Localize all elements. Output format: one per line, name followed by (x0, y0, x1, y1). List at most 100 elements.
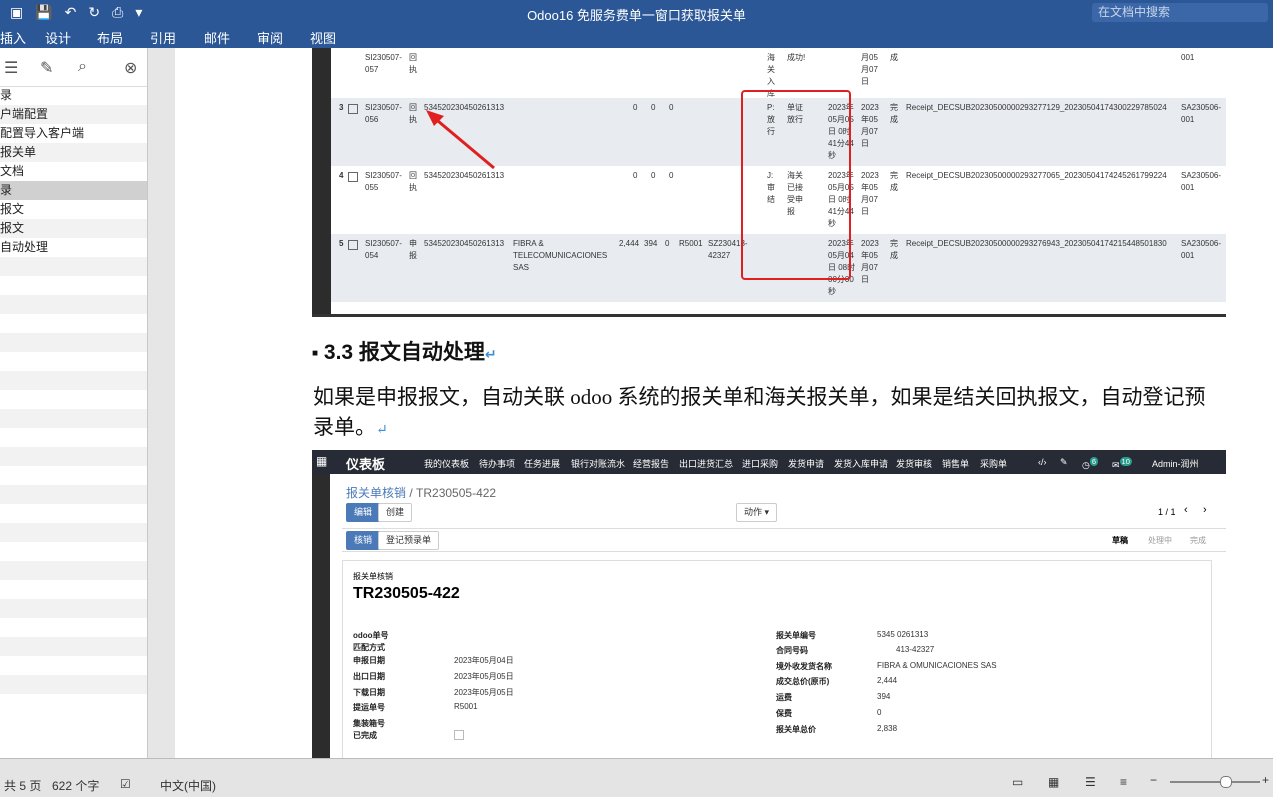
nav-empty-row (0, 618, 147, 637)
nav-empty-row (0, 257, 147, 276)
activity-badge: 6 (1089, 457, 1099, 466)
tab-mailings[interactable]: 邮件 (204, 28, 230, 47)
headings-list-icon[interactable]: ☰ (4, 58, 18, 78)
prev-icon[interactable]: ‹ (1184, 504, 1188, 516)
proofing-icon[interactable]: ☑ (120, 777, 131, 791)
field-label: 报关单总价 (776, 725, 816, 734)
menu-item[interactable]: 采购单 (980, 457, 1007, 470)
nav-heading[interactable]: 配置导入客户端 (0, 124, 147, 143)
zoom-out-icon[interactable]: − (1150, 773, 1157, 787)
next-icon[interactable]: › (1203, 504, 1207, 516)
menu-item[interactable]: 发货审核 (896, 457, 932, 470)
nav-empty-row (0, 561, 147, 580)
outline-icon[interactable]: ☰ (1085, 775, 1096, 789)
cell-no: 4 (339, 171, 344, 180)
row-checkbox[interactable] (348, 240, 358, 250)
page-count[interactable]: 共 5 页 (4, 777, 41, 794)
nav-heading[interactable]: 报文 (0, 200, 147, 219)
cell-value: 0 (665, 239, 670, 248)
user-menu[interactable]: Admin-润州 (1152, 457, 1199, 470)
red-arrow-annotation (426, 110, 495, 170)
search-icon[interactable]: ⌕ (78, 58, 87, 76)
writeoff-button[interactable]: 核销 (346, 531, 381, 550)
row-checkbox[interactable] (348, 172, 358, 182)
tab-view[interactable]: 视图 (310, 28, 336, 47)
form-sheet: 报关单核销 TR230505-422 odoo单号 匹配方式 申报日期 2023… (342, 560, 1212, 758)
nav-heading[interactable]: 文档 (0, 162, 147, 181)
search-input[interactable]: 在文档中搜索 (1092, 3, 1268, 22)
menu-item[interactable]: 进口采购 (742, 457, 778, 470)
nav-heading[interactable]: 户端配置 (0, 105, 147, 124)
cell-type: 回执 (409, 53, 417, 74)
stage-draft[interactable]: 草稿 (1112, 535, 1128, 546)
tab-insert[interactable]: 插入 (0, 28, 26, 47)
menu-item[interactable]: 销售单 (942, 457, 969, 470)
field-value: 413-42327 (896, 645, 935, 654)
menu-item[interactable]: 待办事项 (479, 457, 515, 470)
section-heading-text: 3.3 报文自动处理 (323, 341, 485, 364)
nav-empty-row (0, 637, 147, 656)
apps-grid-icon[interactable]: ▦ (316, 454, 327, 468)
zoom-slider[interactable] (1170, 781, 1260, 783)
register-button[interactable]: 登记预录单 (378, 531, 440, 550)
print-layout-icon[interactable]: ▭ (1012, 775, 1023, 789)
nav-heading[interactable]: 录 (0, 86, 147, 105)
field-label: 匹配方式 (353, 643, 385, 652)
nav-heading[interactable]: 报关单 (0, 143, 147, 162)
language[interactable]: 中文(中国) (160, 777, 216, 794)
action-dropdown[interactable]: 动作 ▾ (736, 503, 778, 522)
zoom-in-icon[interactable]: + (1262, 773, 1269, 787)
cell-value: 394 (644, 239, 658, 248)
app-sidebar-strip (312, 474, 330, 758)
web-layout-icon[interactable]: ▦ (1048, 775, 1059, 789)
menu-item[interactable]: 任务进展 (524, 457, 560, 470)
draft-icon[interactable]: ≡ (1120, 775, 1127, 789)
tab-review[interactable]: 审阅 (257, 28, 283, 47)
field-label: 保费 (776, 709, 792, 718)
debug-icon[interactable]: ‹/› (1038, 457, 1047, 467)
navigation-pane: ☰ ✎ ⌕ ⊗ 录 户端配置 配置导入客户端 报关单 文档 录 报文 报文 自动… (0, 48, 148, 758)
create-button[interactable]: 创建 (378, 503, 413, 522)
odoo-screenshot: ▦ 仪表板 我的仪表板 待办事项 任务进展 银行对账流水 经营报告 出口进货汇总… (312, 450, 1226, 758)
stage-done[interactable]: 完成 (1190, 535, 1206, 546)
menu-item[interactable]: 发货入库申请 (834, 457, 888, 470)
cell-value: 0 (651, 103, 656, 112)
activity-icon[interactable]: ◷ 6 (1082, 457, 1099, 471)
done-checkbox[interactable] (454, 730, 464, 740)
menu-item[interactable]: 出口进货汇总 (679, 457, 733, 470)
row-checkbox[interactable] (348, 104, 358, 114)
menu-item[interactable]: 我的仪表板 (424, 457, 469, 470)
cell-status-text: 成功! (787, 53, 806, 62)
tab-layout[interactable]: 布局 (97, 28, 123, 47)
breadcrumb-parent[interactable]: 报关单核销 (346, 486, 406, 500)
edit-button[interactable]: 编辑 (346, 503, 381, 522)
field-value: 2023年05月04日 (454, 656, 514, 665)
tab-design[interactable]: 设计 (45, 28, 71, 47)
cell-value: 0 (633, 171, 638, 180)
nav-heading-list: 录 户端配置 配置导入客户端 报关单 文档 录 报文 报文 自动处理 (0, 86, 147, 713)
nav-empty-row (0, 333, 147, 352)
messages-icon[interactable]: ✉ 10 (1112, 457, 1132, 471)
app-title[interactable]: 仪表板 (346, 454, 385, 473)
word-count[interactable]: 622 个字 (52, 777, 99, 794)
nav-heading[interactable]: 自动处理 (0, 238, 147, 257)
menu-item[interactable]: 银行对账流水 (571, 457, 625, 470)
menu-item[interactable]: 经营报告 (633, 457, 669, 470)
record-name: TR230505-422 (353, 585, 460, 602)
field-label: 运费 (776, 693, 792, 702)
stage-processing[interactable]: 处理中 (1148, 535, 1172, 546)
cell-value: 0 (633, 103, 638, 112)
close-icon[interactable]: ⊗ (124, 58, 137, 78)
edit-icon[interactable]: ✎ (40, 58, 53, 78)
cell-sa: 001 (1181, 53, 1195, 62)
zoom-slider-handle[interactable] (1220, 776, 1232, 788)
edit-icon[interactable]: ✎ (1060, 457, 1068, 468)
nav-heading[interactable]: 报文 (0, 219, 147, 238)
breadcrumb-current: TR230505-422 (416, 486, 497, 500)
nav-heading-selected[interactable]: 录 (0, 181, 147, 200)
tab-references[interactable]: 引用 (150, 28, 176, 47)
menu-item[interactable]: 发货申请 (788, 457, 824, 470)
field-value: 2023年05月05日 (454, 672, 514, 681)
nav-empty-row (0, 656, 147, 675)
cell-date: 2023年05月07日 (861, 171, 879, 216)
